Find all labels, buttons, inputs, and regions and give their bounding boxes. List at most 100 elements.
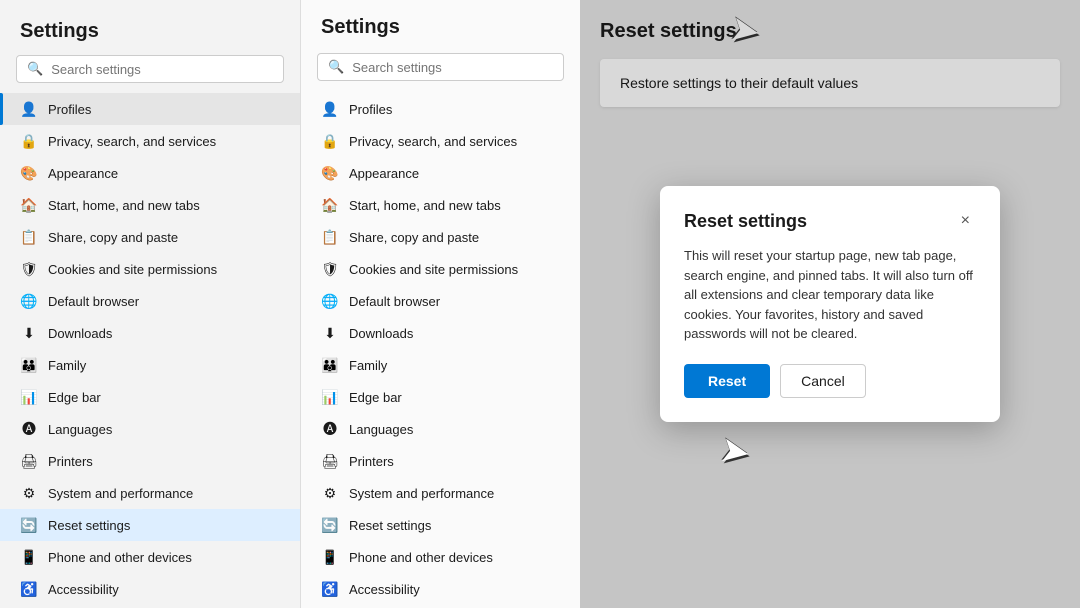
privacy-icon: 🔒 (20, 132, 38, 150)
downloads-icon: ⬇ (20, 324, 38, 342)
mid-default-browser-icon: 🌐 (321, 292, 339, 310)
sidebar-label-system: System and performance (48, 486, 193, 501)
left-sidebar: Settings 🔍 👤 Profiles 🔒 Privacy, search,… (0, 0, 300, 608)
reset-button[interactable]: Reset (684, 364, 770, 398)
middle-item-phone[interactable]: 📱 Phone and other devices (301, 541, 580, 573)
sidebar-label-default-browser: Default browser (48, 294, 139, 309)
cursor-arrow-reset: ➤ (717, 427, 754, 474)
middle-item-cookies[interactable]: 🛡 Cookies and site permissions (301, 253, 580, 285)
mid-accessibility-icon: ♿ (321, 580, 339, 598)
mid-appearance-icon: 🎨 (321, 164, 339, 182)
middle-item-reset[interactable]: 🔄 Reset settings (301, 509, 580, 541)
start-icon: 🏠 (20, 196, 38, 214)
modal-close-button[interactable]: × (955, 210, 976, 232)
middle-item-appearance[interactable]: 🎨 Appearance (301, 157, 580, 189)
sidebar-label-family: Family (48, 358, 86, 373)
middle-item-share[interactable]: 📋 Share, copy and paste (301, 221, 580, 253)
sidebar-item-start[interactable]: 🏠 Start, home, and new tabs (0, 189, 300, 221)
mid-label-share: Share, copy and paste (349, 230, 479, 245)
system-icon: ⚙ (20, 484, 38, 502)
sidebar-item-cookies[interactable]: 🛡 Cookies and site permissions (0, 253, 300, 285)
appearance-icon: 🎨 (20, 164, 38, 182)
middle-item-accessibility[interactable]: ♿ Accessibility (301, 573, 580, 605)
sidebar-label-phone: Phone and other devices (48, 550, 192, 565)
mid-label-downloads: Downloads (349, 326, 413, 341)
middle-item-languages[interactable]: 🅐 Languages (301, 413, 580, 445)
mid-phone-icon: 📱 (321, 548, 339, 566)
sidebar-item-languages[interactable]: 🅐 Languages (0, 413, 300, 445)
sidebar-item-default-browser[interactable]: 🌐 Default browser (0, 285, 300, 317)
sidebar-item-share[interactable]: 📋 Share, copy and paste (0, 221, 300, 253)
mid-printers-icon: 🖨 (321, 452, 339, 470)
mid-label-languages: Languages (349, 422, 413, 437)
sidebar-item-reset[interactable]: 🔄 Reset settings (0, 509, 300, 541)
mid-label-accessibility: Accessibility (349, 582, 420, 597)
sidebar-label-cookies: Cookies and site permissions (48, 262, 217, 277)
middle-item-system[interactable]: ⚙ System and performance (301, 477, 580, 509)
mid-label-privacy: Privacy, search, and services (349, 134, 517, 149)
sidebar-search-box[interactable]: 🔍 (16, 55, 284, 83)
mid-label-printers: Printers (349, 454, 394, 469)
right-panel: Reset settings Restore settings to their… (580, 0, 1080, 608)
sidebar-item-edge-bar[interactable]: 📊 Edge bar (0, 381, 300, 413)
sidebar-label-accessibility: Accessibility (48, 582, 119, 597)
mid-label-cookies: Cookies and site permissions (349, 262, 518, 277)
sidebar-label-languages: Languages (48, 422, 112, 437)
middle-item-profiles[interactable]: 👤 Profiles (301, 93, 580, 125)
mid-reset-icon: 🔄 (321, 516, 339, 534)
modal-wrapper: Reset settings × This will reset your st… (660, 186, 1000, 422)
mid-label-profiles: Profiles (349, 102, 392, 117)
middle-item-downloads[interactable]: ⬇ Downloads (301, 317, 580, 349)
middle-item-printers[interactable]: 🖨 Printers (301, 445, 580, 477)
middle-item-edge-bar[interactable]: 📊 Edge bar (301, 381, 580, 413)
middle-item-start[interactable]: 🏠 Start, home, and new tabs (301, 189, 580, 221)
sidebar-search-icon: 🔍 (27, 61, 43, 77)
sidebar-label-appearance: Appearance (48, 166, 118, 181)
middle-title: Settings (301, 16, 580, 53)
middle-search-box[interactable]: 🔍 (317, 53, 564, 81)
sidebar-label-edge-bar: Edge bar (48, 390, 101, 405)
sidebar-label-downloads: Downloads (48, 326, 112, 341)
middle-search-icon: 🔍 (328, 59, 344, 75)
mid-label-family: Family (349, 358, 387, 373)
reset-settings-modal: Reset settings × This will reset your st… (660, 186, 1000, 422)
sidebar-title: Settings (0, 12, 300, 55)
cancel-button[interactable]: Cancel (780, 364, 866, 398)
share-icon: 📋 (20, 228, 38, 246)
sidebar-search-input[interactable] (51, 62, 273, 77)
sidebar-item-accessibility[interactable]: ♿ Accessibility (0, 573, 300, 605)
sidebar-item-profiles[interactable]: 👤 Profiles (0, 93, 300, 125)
mid-label-phone: Phone and other devices (349, 550, 493, 565)
sidebar-item-appearance[interactable]: 🎨 Appearance (0, 157, 300, 189)
middle-search-input[interactable] (352, 60, 553, 75)
mid-label-reset: Reset settings (349, 518, 431, 533)
accessibility-icon: ♿ (20, 580, 38, 598)
mid-edge-bar-icon: 📊 (321, 388, 339, 406)
modal-body: This will reset your startup page, new t… (684, 246, 976, 344)
printers-icon: 🖨 (20, 452, 38, 470)
sidebar-item-phone[interactable]: 📱 Phone and other devices (0, 541, 300, 573)
sidebar-item-printers[interactable]: 🖨 Printers (0, 445, 300, 477)
sidebar-item-privacy[interactable]: 🔒 Privacy, search, and services (0, 125, 300, 157)
mid-start-icon: 🏠 (321, 196, 339, 214)
modal-actions: Reset Cancel (684, 364, 976, 398)
default-browser-icon: 🌐 (20, 292, 38, 310)
middle-item-family[interactable]: 👪 Family (301, 349, 580, 381)
middle-item-default-browser[interactable]: 🌐 Default browser (301, 285, 580, 317)
mid-privacy-icon: 🔒 (321, 132, 339, 150)
sidebar-item-family[interactable]: 👪 Family (0, 349, 300, 381)
sidebar-item-system[interactable]: ⚙ System and performance (0, 477, 300, 509)
languages-icon: 🅐 (20, 420, 38, 438)
mid-label-default-browser: Default browser (349, 294, 440, 309)
mid-label-system: System and performance (349, 486, 494, 501)
mid-downloads-icon: ⬇ (321, 324, 339, 342)
sidebar-label-reset: Reset settings (48, 518, 130, 533)
sidebar-label-profiles: Profiles (48, 102, 91, 117)
modal-overlay: Reset settings × This will reset your st… (580, 0, 1080, 608)
mid-label-appearance: Appearance (349, 166, 419, 181)
reset-icon: 🔄 (20, 516, 38, 534)
cookies-icon: 🛡 (20, 260, 38, 278)
middle-item-privacy[interactable]: 🔒 Privacy, search, and services (301, 125, 580, 157)
sidebar-item-downloads[interactable]: ⬇ Downloads (0, 317, 300, 349)
sidebar-label-printers: Printers (48, 454, 93, 469)
